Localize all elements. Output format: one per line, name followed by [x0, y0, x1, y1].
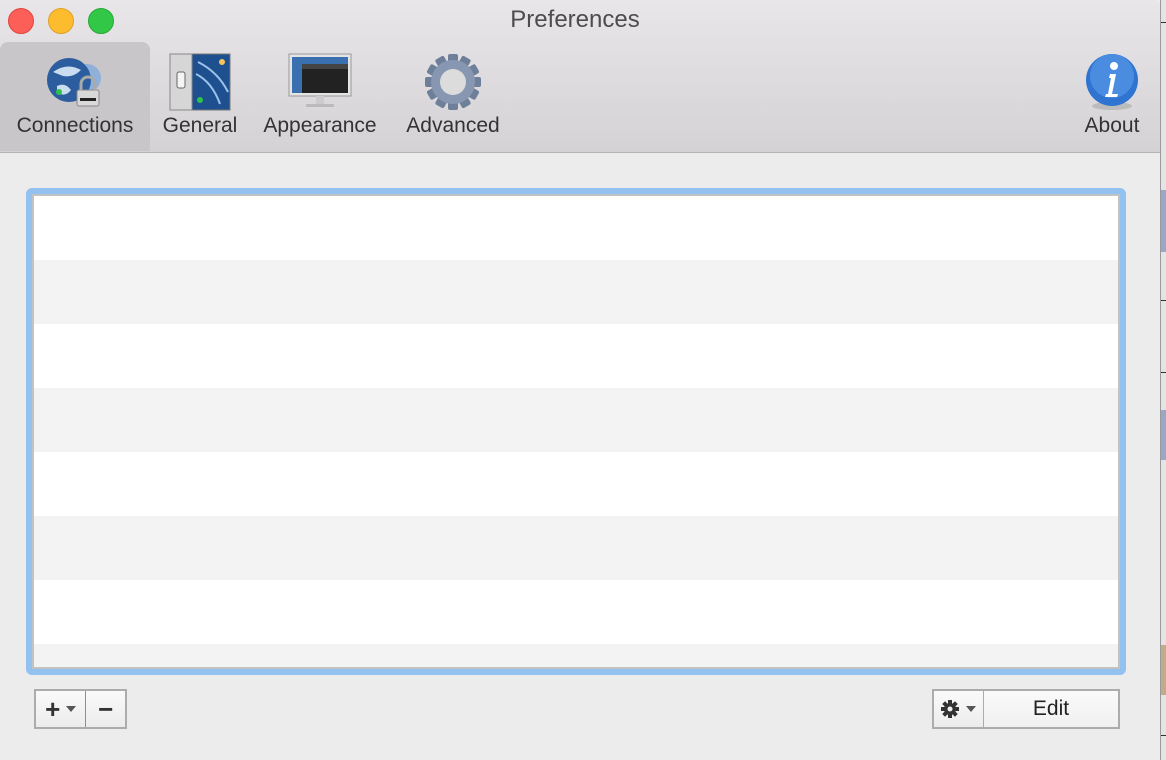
chevron-down-icon	[966, 706, 976, 712]
tab-connections-label: Connections	[16, 114, 134, 137]
add-button[interactable]: +	[36, 691, 85, 727]
tab-appearance-label: Appearance	[263, 114, 377, 137]
minus-icon: −	[98, 693, 114, 724]
appearance-monitor-icon	[288, 53, 352, 107]
add-remove-group: + −	[34, 689, 127, 729]
tab-about-label: About	[1084, 114, 1140, 137]
window-title: Preferences	[510, 6, 640, 33]
tab-about[interactable]: About	[1072, 42, 1152, 151]
general-switch-icon	[169, 53, 231, 111]
table-row[interactable]	[34, 452, 1118, 516]
table-row[interactable]	[34, 580, 1118, 644]
tab-general[interactable]: General	[155, 42, 245, 151]
tab-appearance[interactable]: Appearance	[252, 42, 388, 151]
plus-icon: +	[45, 693, 61, 724]
table-row[interactable]	[34, 388, 1118, 452]
table-row[interactable]	[34, 260, 1118, 324]
advanced-gear-icon	[425, 54, 481, 110]
table-row[interactable]	[34, 324, 1118, 388]
tab-connections[interactable]: Connections	[0, 42, 150, 151]
preferences-window: Preferences Connections General Appearan…	[0, 0, 1160, 760]
connections-table[interactable]	[32, 194, 1120, 669]
remove-button[interactable]: −	[85, 691, 125, 727]
table-row[interactable]	[34, 516, 1118, 580]
titlebar-toolbar: Preferences Connections General Appearan…	[0, 0, 1160, 153]
tab-advanced[interactable]: Advanced	[396, 42, 510, 151]
info-icon	[1086, 54, 1138, 110]
table-row[interactable]	[34, 644, 1118, 667]
action-menu-button[interactable]	[932, 689, 984, 729]
edit-button[interactable]: Edit	[983, 689, 1120, 729]
chevron-down-icon	[66, 706, 77, 712]
tab-general-label: General	[162, 114, 238, 137]
tab-advanced-label: Advanced	[406, 114, 500, 137]
table-row[interactable]	[34, 196, 1118, 260]
background-window-edge	[1160, 0, 1166, 760]
gear-icon	[941, 700, 959, 718]
connections-globe-lock-icon	[47, 58, 101, 107]
